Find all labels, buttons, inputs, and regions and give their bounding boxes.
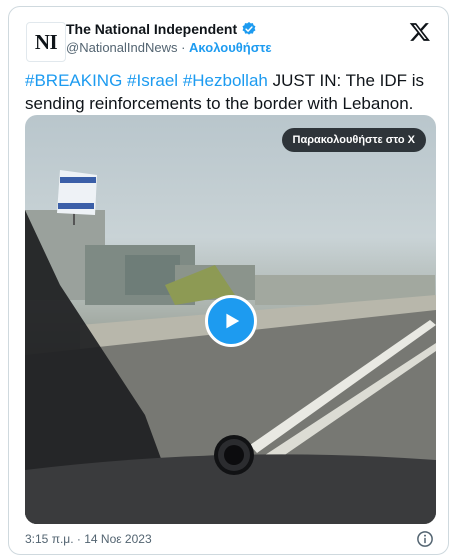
follow-link[interactable]: Ακολουθήστε xyxy=(189,40,272,55)
tweet-timestamp[interactable]: 3:15 π.μ. · 14 Νοε 2023 xyxy=(25,532,152,546)
avatar-logo: NI xyxy=(34,29,58,54)
info-icon[interactable] xyxy=(416,530,434,548)
author-name[interactable]: The National Independent xyxy=(66,21,237,37)
author-name-row[interactable]: The National Independent xyxy=(66,21,257,37)
hashtag-hezbollah[interactable]: #Hezbollah xyxy=(183,71,268,90)
author-handle[interactable]: @NationalIndNews xyxy=(66,40,177,55)
verified-badge-icon xyxy=(242,22,256,35)
video-player[interactable]: Παρακολουθήστε στο X xyxy=(25,115,436,524)
hashtag-israel[interactable]: #Israel xyxy=(127,71,178,90)
watch-on-x-button[interactable]: Παρακολουθήστε στο X xyxy=(281,128,426,152)
handle-separator: · xyxy=(177,40,190,55)
tweet-card[interactable]: NI The National Independent @NationalInd… xyxy=(8,6,449,555)
hashtag-breaking[interactable]: #BREAKING xyxy=(25,71,122,90)
play-icon xyxy=(226,313,240,329)
x-logo-icon[interactable] xyxy=(409,21,431,43)
avatar[interactable]: NI xyxy=(26,22,66,62)
author-handle-line: @NationalIndNews · Ακολουθήστε xyxy=(66,40,272,55)
tweet-text: #BREAKING #Israel #Hezbollah JUST IN: Th… xyxy=(25,69,430,115)
play-button[interactable] xyxy=(205,295,257,347)
